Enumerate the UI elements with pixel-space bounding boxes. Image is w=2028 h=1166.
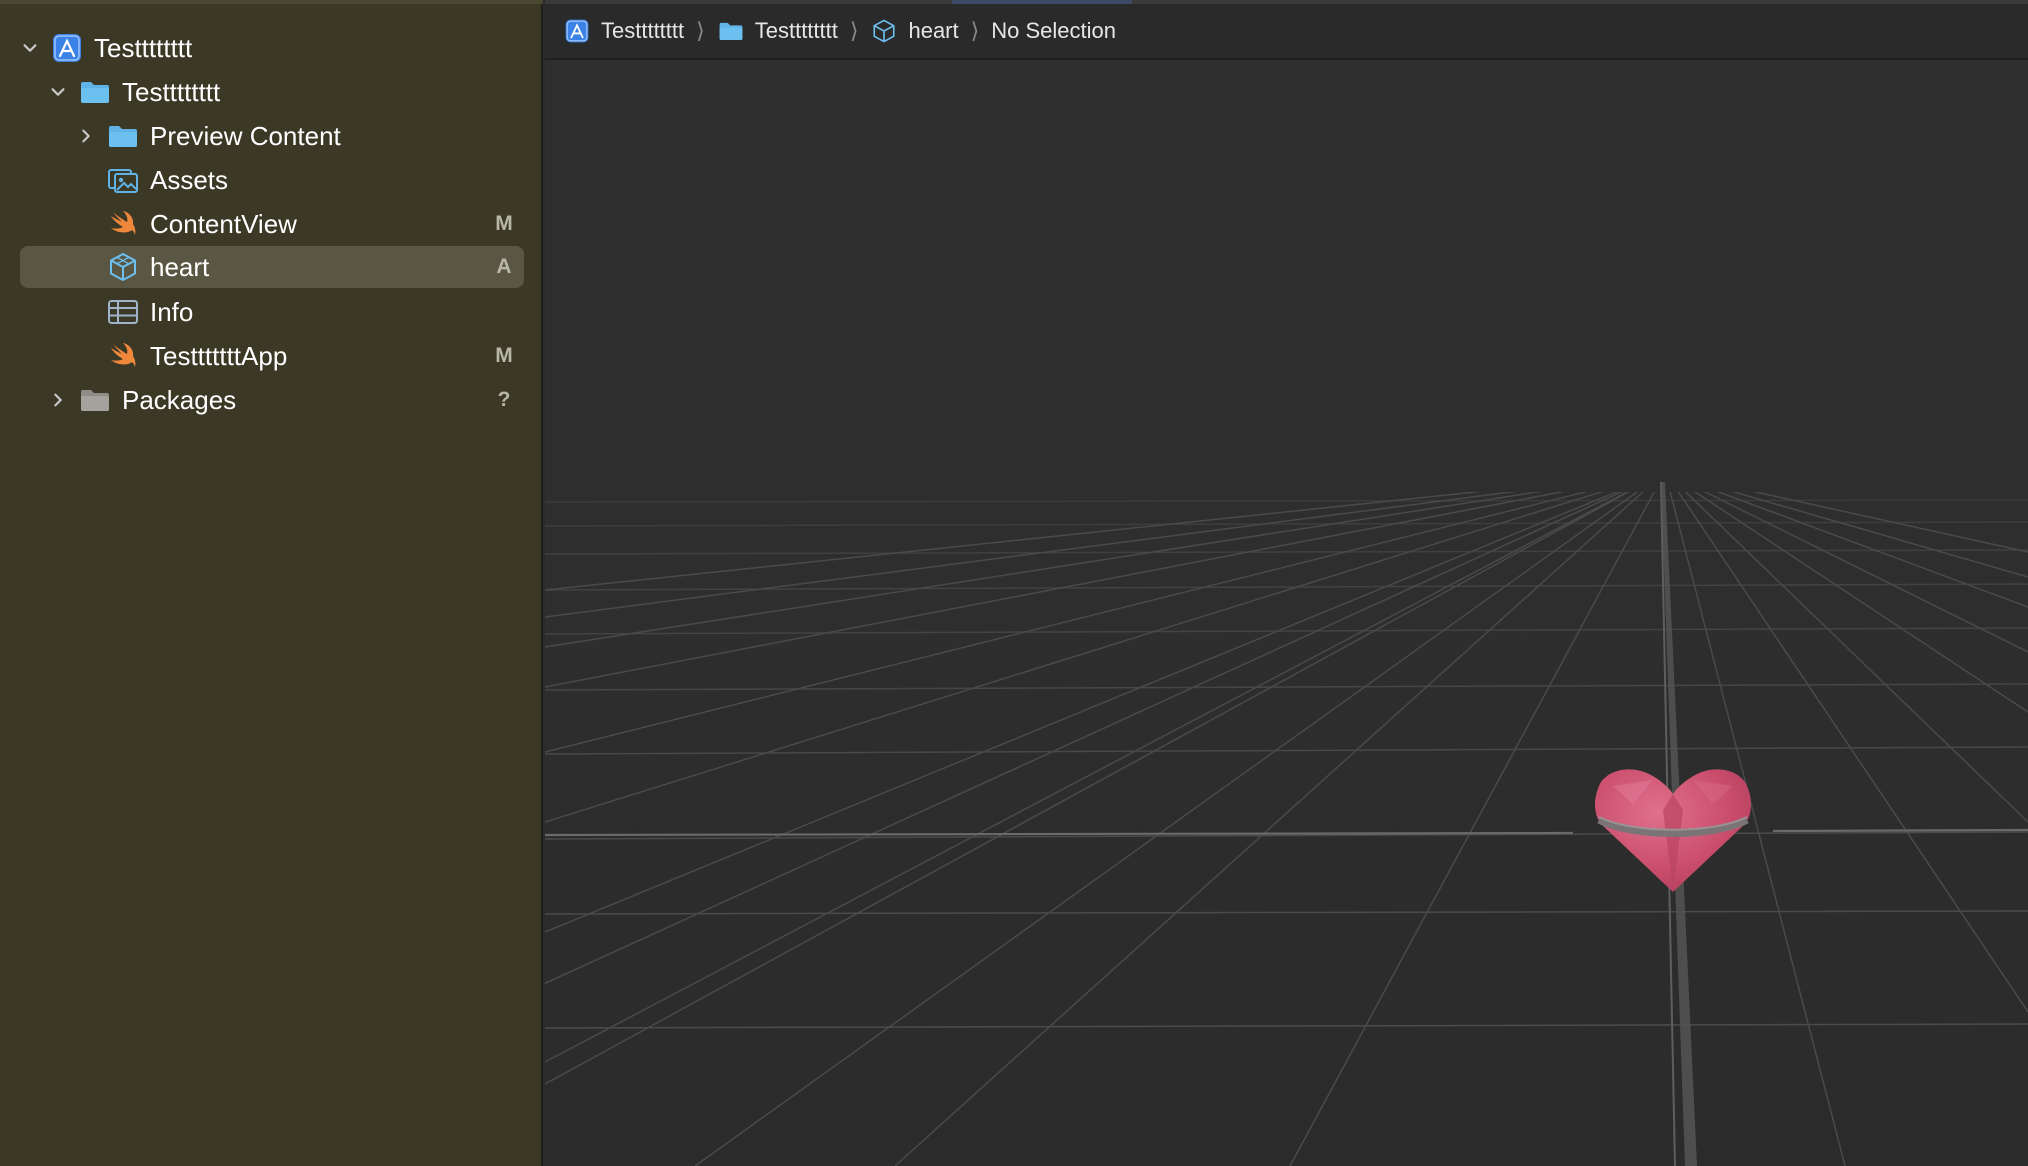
- 3d-model-icon: [870, 17, 898, 45]
- breadcrumb-selection[interactable]: No Selection: [991, 18, 1116, 44]
- navigator-row-label: Packages: [122, 384, 237, 415]
- navigator-row-app[interactable]: TestttttttApp M: [20, 335, 524, 377]
- navigator-row-label: Info: [150, 296, 194, 327]
- navigator-row-heart[interactable]: heart A: [20, 246, 524, 288]
- navigator-row-packages[interactable]: Packages ?: [20, 379, 524, 421]
- chevron-down-icon[interactable]: [48, 82, 68, 102]
- breadcrumb-label: Testttttttt: [754, 18, 838, 43]
- source-control-badge: M: [495, 344, 513, 367]
- project-navigator: Testttttttt Testttttttt Preview Content: [0, 0, 543, 1166]
- source-control-badge: A: [496, 255, 512, 278]
- source-control-badge: ?: [497, 388, 511, 411]
- breadcrumb-separator: ⟩: [696, 18, 705, 43]
- navigator-row-group[interactable]: Testttttttt: [20, 71, 524, 113]
- sky-area: [545, 62, 2028, 492]
- navigator-row-label: heart: [150, 251, 210, 282]
- swift-file-icon: [106, 207, 140, 241]
- editor-area: Testttttttt ⟩ Testttttttt ⟩ heart ⟩ No S…: [545, 0, 2028, 1166]
- folder-icon: [78, 75, 112, 109]
- asset-catalog-icon: [106, 163, 140, 197]
- navigator-row-label: TestttttttApp: [150, 340, 288, 371]
- chevron-down-icon[interactable]: [20, 38, 40, 58]
- chevron-right-icon[interactable]: [48, 390, 68, 410]
- navigator-row-info[interactable]: Info: [20, 291, 524, 333]
- chevron-right-icon[interactable]: [76, 126, 96, 146]
- sidebar-top-border: [0, 0, 543, 4]
- breadcrumb-label: heart: [908, 18, 959, 43]
- scene-canvas[interactable]: [545, 62, 2028, 1166]
- source-control-badge: M: [495, 212, 513, 235]
- breadcrumb-file[interactable]: heart: [870, 17, 959, 45]
- breadcrumb-label: Testttttttt: [601, 18, 685, 43]
- breadcrumb-separator: ⟩: [970, 18, 980, 43]
- breadcrumb-group[interactable]: Testttttttt: [717, 17, 838, 45]
- plist-table-icon: [106, 295, 140, 329]
- folder-gray-icon: [78, 383, 112, 417]
- folder-icon: [717, 17, 745, 45]
- xcode-project-icon: [50, 31, 84, 65]
- xcode-window: Testttttttt Testttttttt Preview Content: [0, 0, 2028, 1166]
- 3d-model-icon: [106, 250, 140, 284]
- xcode-project-icon: [563, 17, 591, 45]
- navigator-row-project[interactable]: Testttttttt: [20, 27, 524, 69]
- folder-icon: [106, 119, 140, 153]
- jump-bar: Testttttttt ⟩ Testttttttt ⟩ heart ⟩ No S…: [545, 4, 2028, 60]
- navigator-row-label: ContentView: [150, 208, 297, 239]
- navigator-row-label: Assets: [150, 164, 229, 195]
- navigator-row-label: Testttttttt: [94, 32, 193, 63]
- navigator-row-preview-content[interactable]: Preview Content: [20, 115, 524, 157]
- breadcrumb-separator: ⟩: [849, 18, 859, 43]
- breadcrumb-project[interactable]: Testttttttt: [563, 17, 684, 45]
- breadcrumb-label: No Selection: [991, 18, 1116, 43]
- navigator-row-label: Testttttttt: [122, 76, 221, 107]
- scene-viewport[interactable]: [545, 62, 2028, 1166]
- navigator-row-assets[interactable]: Assets: [20, 159, 524, 201]
- navigator-row-label: Preview Content: [150, 120, 341, 151]
- swift-file-icon: [106, 339, 140, 373]
- navigator-row-contentview[interactable]: ContentView M: [20, 203, 524, 245]
